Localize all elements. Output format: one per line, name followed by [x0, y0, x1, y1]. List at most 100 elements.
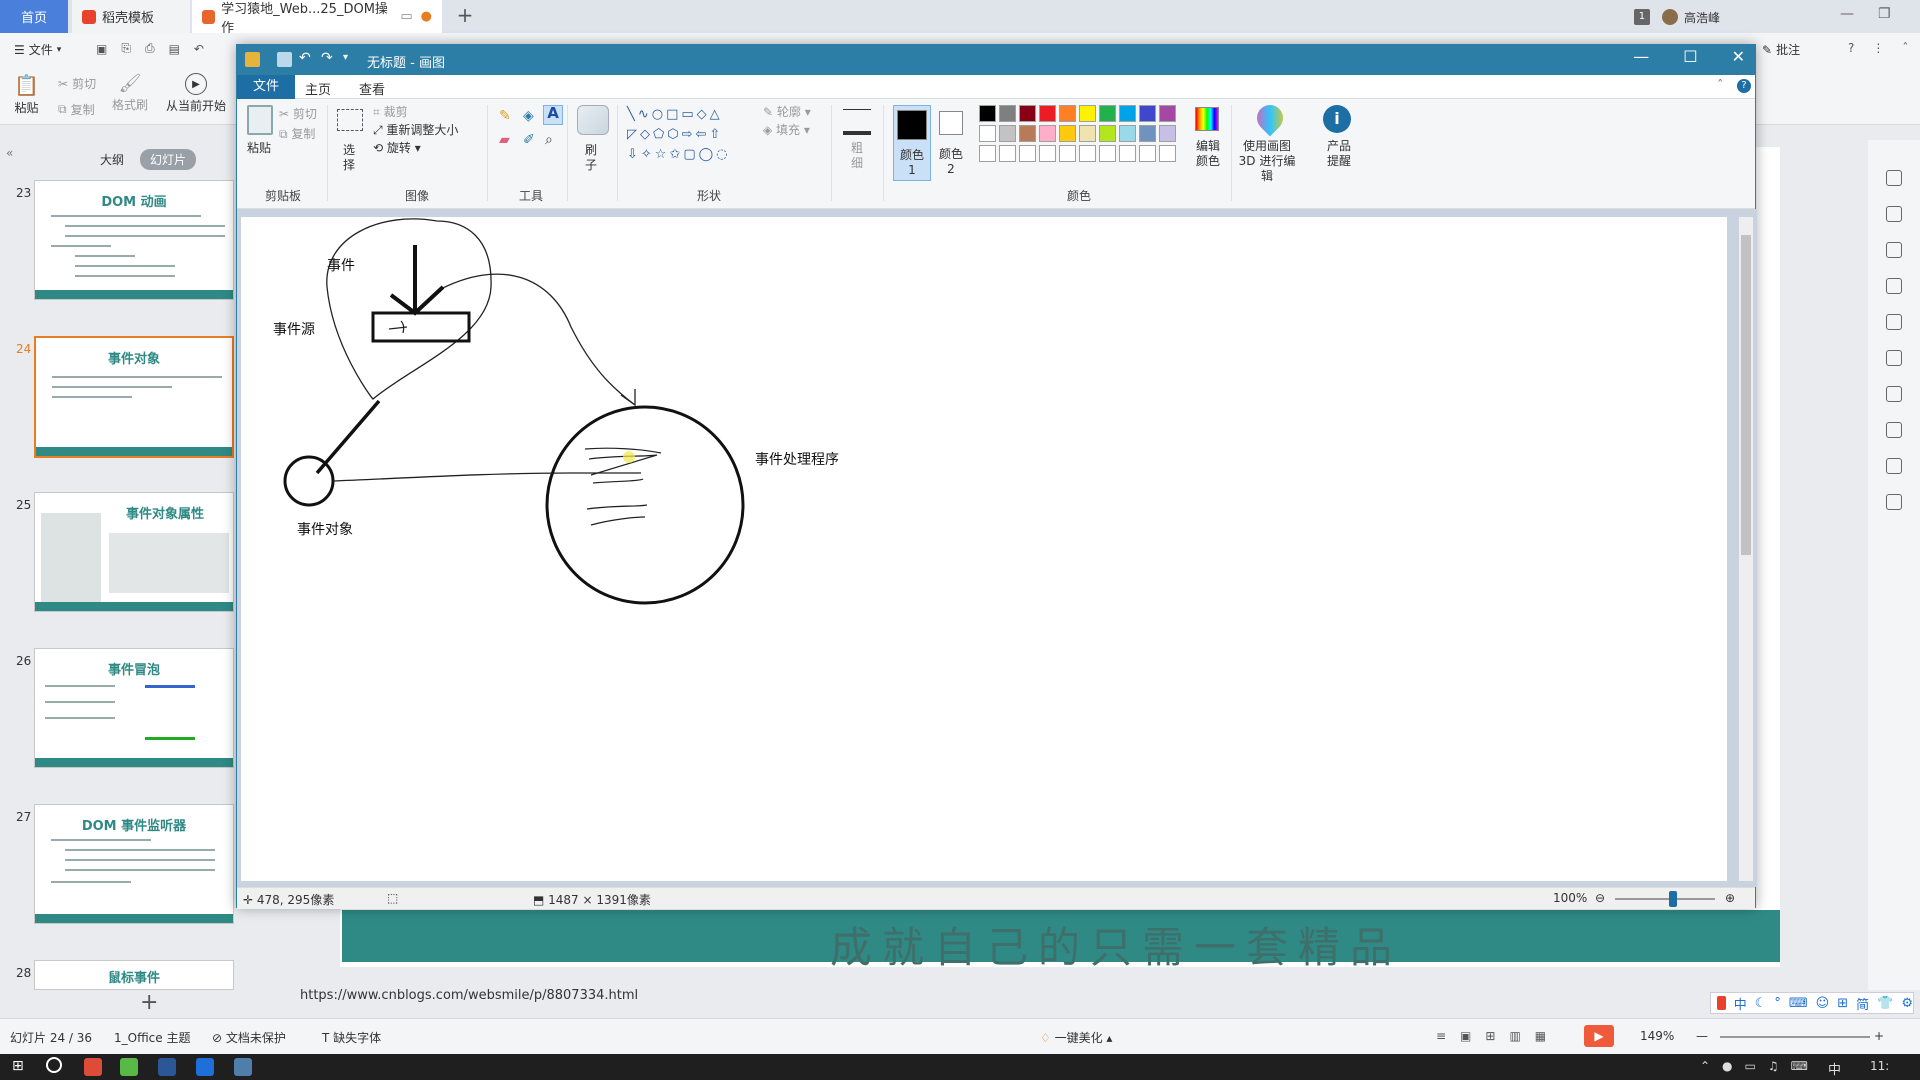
brushes-label[interactable]: 刷子	[583, 143, 599, 173]
paint-app-icon[interactable]	[245, 52, 260, 67]
color1-button[interactable]: 颜色 1	[893, 105, 931, 181]
user-area[interactable]: 1 高浩峰	[1633, 7, 1720, 27]
line-size-icon[interactable]	[843, 109, 871, 135]
moon-icon[interactable]: ☾	[1755, 996, 1767, 1011]
sidebar-tool-icon[interactable]	[1886, 242, 1902, 258]
save-icon[interactable]: ▣	[96, 42, 107, 56]
scrollbar-thumb[interactable]	[1741, 235, 1751, 555]
format-painter-button[interactable]: 🖌 格式刷	[112, 73, 148, 113]
punctuation-icon[interactable]: °	[1774, 996, 1781, 1011]
collapse-ribbon-icon[interactable]: ˆ	[1717, 79, 1724, 94]
color-picker-icon[interactable]: ✐	[523, 133, 535, 148]
sidebar-tool-icon[interactable]	[1886, 386, 1902, 402]
ime-simplified[interactable]: 简	[1856, 994, 1869, 1013]
text-tool-icon[interactable]: A	[543, 105, 563, 125]
color-swatch[interactable]	[1099, 145, 1116, 162]
shapes-gallery[interactable]: ╲∿○□▭◇△ ◸◇⬠⬡⇨⇦⇧ ⇩✧☆✩▢◯◌	[627, 105, 755, 167]
rotate-button[interactable]: ⟲ 旋转 ▾	[373, 141, 421, 156]
tab-templates[interactable]: 稻壳模板	[72, 0, 190, 33]
slide-thumbnail-25[interactable]: 事件对象属性	[34, 492, 234, 612]
slide-thumbnail-23[interactable]: DOM 动画	[34, 180, 234, 300]
color-swatch[interactable]	[1139, 145, 1156, 162]
sidebar-tool-icon[interactable]	[1886, 314, 1902, 330]
brush-icon[interactable]	[577, 105, 609, 135]
fill-button[interactable]: ◈ 填充 ▾	[763, 123, 810, 138]
paint3d-label[interactable]: 使用画图 3D 进行编辑	[1237, 139, 1297, 184]
edit-colors-icon[interactable]	[1195, 107, 1219, 131]
tab-document[interactable]: 学习猿地_Web...25_DOM操作 ▭ ●	[192, 0, 442, 36]
color2-label[interactable]: 颜色 2	[939, 147, 963, 177]
avatar[interactable]	[1661, 9, 1678, 25]
paste-icon[interactable]	[247, 105, 273, 135]
color-swatch[interactable]	[1059, 145, 1076, 162]
cut-button[interactable]: ✂ 剪切	[279, 107, 317, 122]
new-tab-button[interactable]: +	[454, 5, 476, 27]
export-icon[interactable]: ⎘	[121, 41, 131, 56]
pencil-icon[interactable]: ✎	[499, 109, 511, 124]
maximize-icon[interactable]: ☐	[1683, 47, 1697, 66]
size-label[interactable]: 粗细	[849, 141, 865, 171]
theme-name[interactable]: 1_Office 主题	[114, 1029, 190, 1046]
paint-icon[interactable]	[234, 1058, 252, 1076]
menu-file[interactable]: 文件	[237, 75, 295, 99]
collapse-icon[interactable]: ˆ	[1902, 41, 1908, 55]
slide-thumbnail-26[interactable]: 事件冒泡	[34, 648, 234, 768]
color-swatch[interactable]	[979, 125, 996, 142]
chrome-icon[interactable]	[84, 1058, 102, 1076]
select-icon[interactable]	[337, 109, 363, 131]
menu-home[interactable]: 主页	[305, 79, 331, 98]
zoom-in-icon[interactable]: +	[1874, 1029, 1884, 1043]
select-label[interactable]: 选择	[341, 143, 357, 173]
zoom-slider[interactable]	[1720, 1036, 1870, 1038]
view-mode-icons[interactable]: ≡▣⊞▥▦	[1436, 1029, 1560, 1043]
color-swatch[interactable]	[1039, 125, 1056, 142]
color-swatch[interactable]	[1079, 105, 1096, 122]
restore-icon[interactable]: ❐	[1878, 6, 1891, 22]
tab-outline[interactable]: 大纲	[90, 149, 134, 170]
paste-button[interactable]: 📋 粘贴	[14, 73, 39, 116]
fill-bucket-icon[interactable]: ◈	[523, 109, 534, 124]
word-icon[interactable]	[158, 1058, 176, 1076]
collapse-panel-icon[interactable]: «	[6, 146, 13, 160]
ime-mode[interactable]: 中	[1734, 994, 1747, 1013]
gear-icon[interactable]: ⚙	[1901, 996, 1913, 1011]
color-swatch[interactable]	[1039, 105, 1056, 122]
color-swatch[interactable]	[1139, 125, 1156, 142]
outline-button[interactable]: ✎ 轮廓 ▾	[763, 105, 811, 120]
color2-swatch[interactable]	[939, 111, 963, 135]
zoom-out-icon[interactable]: —	[1696, 1029, 1708, 1043]
tab-home[interactable]: 首页	[0, 0, 68, 33]
slide-thumbnail-27[interactable]: DOM 事件监听器	[34, 804, 234, 924]
search-icon[interactable]	[46, 1057, 62, 1073]
shirt-icon[interactable]: 👕	[1877, 996, 1893, 1011]
redo-icon[interactable]: ↷	[321, 50, 333, 66]
color-swatch[interactable]	[1059, 105, 1076, 122]
help-icon[interactable]: ?	[1737, 79, 1751, 93]
color-swatch[interactable]	[1119, 145, 1136, 162]
save-icon[interactable]	[277, 52, 292, 67]
file-menu-button[interactable]: ☰ 文件 ▾	[14, 41, 61, 58]
paint-canvas[interactable]: 事件 事件源 事件处理程序 事件对象	[241, 217, 1727, 881]
windows-start-icon[interactable]: ⊞	[12, 1058, 24, 1074]
tab-window-icon[interactable]: ▭	[400, 9, 412, 24]
color-swatch[interactable]	[1019, 125, 1036, 142]
copy-button[interactable]: ⧉ 复制	[279, 127, 315, 142]
undo-icon[interactable]: ↶	[194, 42, 204, 56]
play-from-current-button[interactable]: ▶ 从当前开始	[166, 73, 226, 114]
color-swatch[interactable]	[1119, 105, 1136, 122]
color-swatch[interactable]	[979, 145, 996, 162]
zoom-out-icon[interactable]: ⊖	[1595, 891, 1605, 905]
app-icon[interactable]	[120, 1058, 138, 1076]
eraser-icon[interactable]: ▰	[499, 133, 510, 148]
color-swatch[interactable]	[1139, 105, 1156, 122]
color-swatch[interactable]	[1099, 105, 1116, 122]
help-icon[interactable]: ?	[1848, 41, 1854, 55]
sidebar-tool-icon[interactable]	[1886, 422, 1902, 438]
copy-button[interactable]: ⧉ 复制	[58, 101, 95, 118]
sidebar-tool-icon[interactable]	[1886, 458, 1902, 474]
vertical-scrollbar[interactable]	[1739, 217, 1753, 881]
color-swatch[interactable]	[1159, 105, 1176, 122]
color-swatch[interactable]	[1059, 125, 1076, 142]
print-icon[interactable]: ⎙	[145, 41, 155, 56]
keyboard-icon[interactable]: ⌨	[1789, 996, 1808, 1011]
